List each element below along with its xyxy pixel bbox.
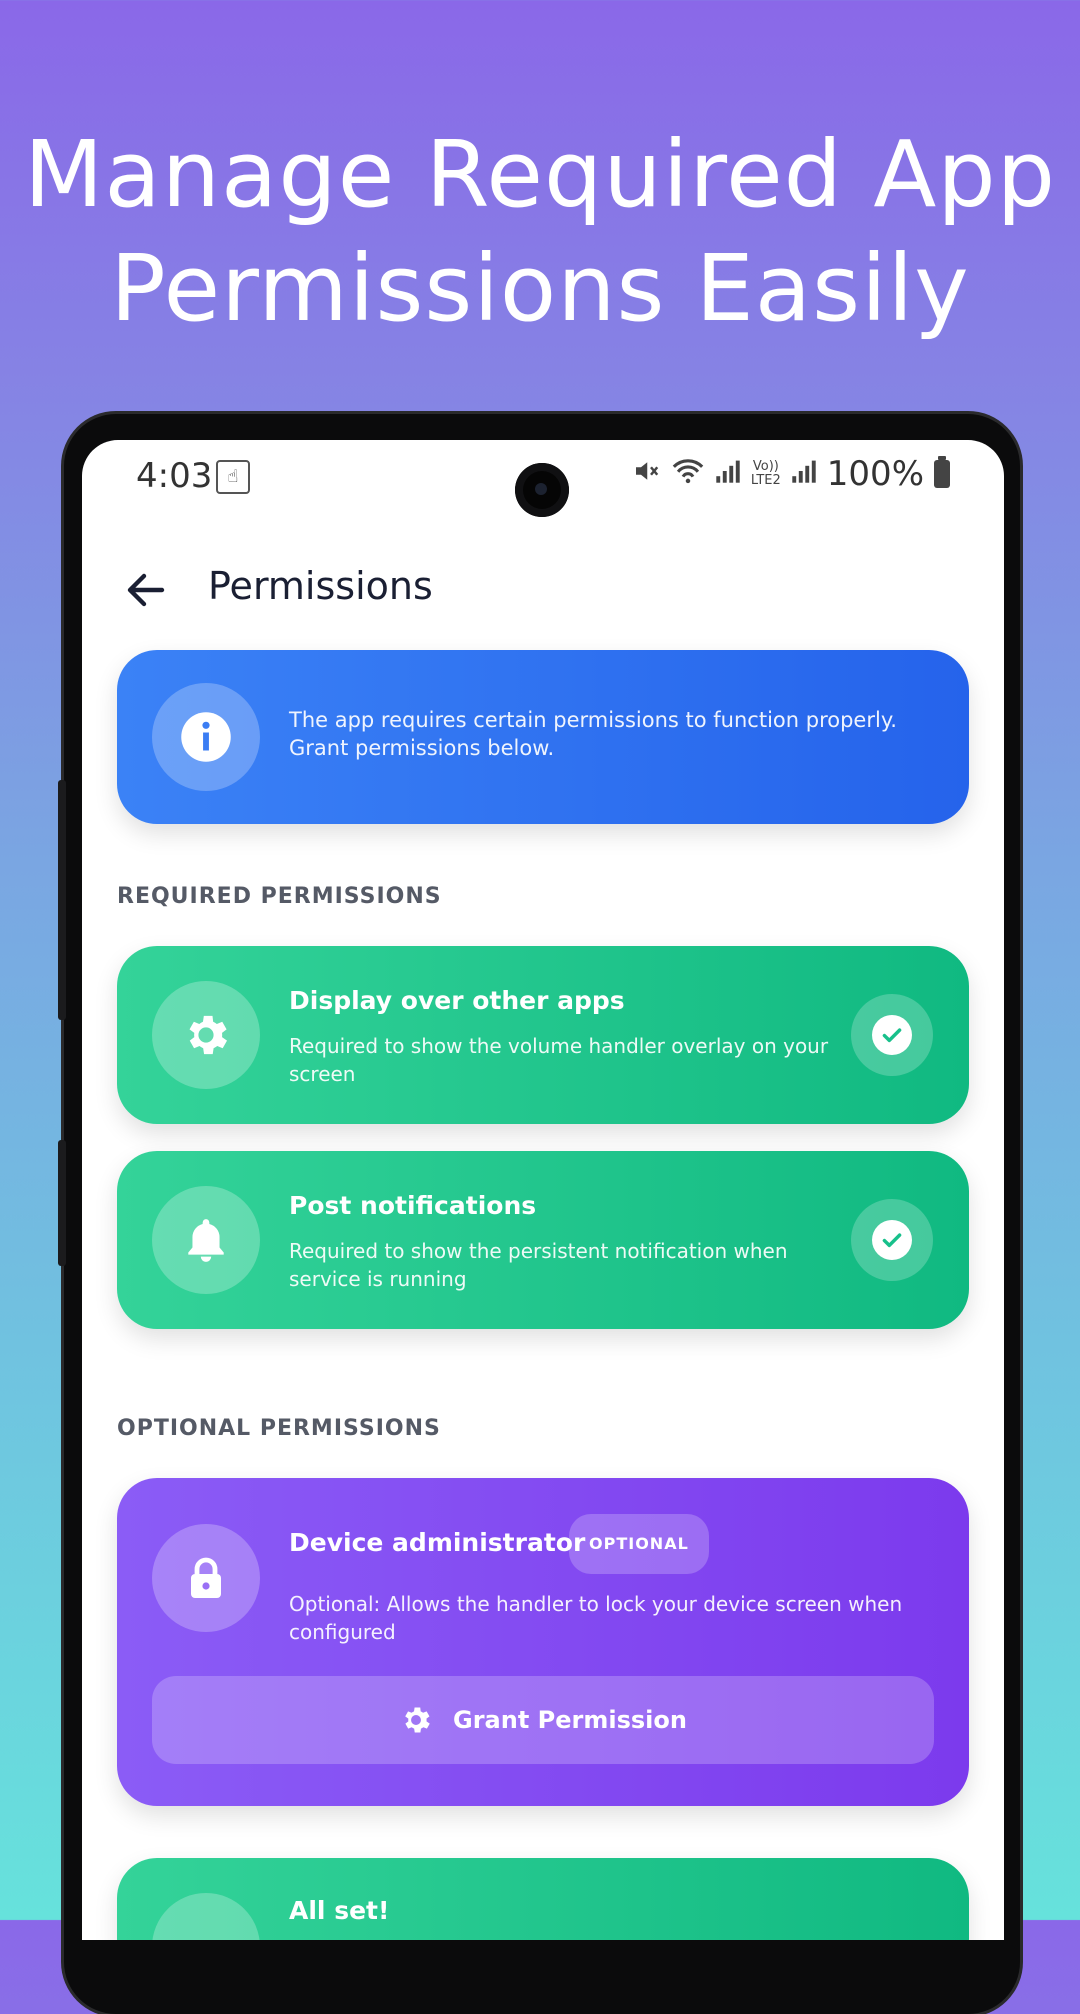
permission-description: Optional: Allows the handler to lock you… [289, 1590, 929, 1646]
arrow-left-icon[interactable] [122, 566, 170, 614]
network-type: LTE2 [750, 473, 781, 488]
volte-icon: Vo)) LTE2 [750, 459, 781, 488]
signal-icon [715, 458, 741, 491]
phone-side-button [58, 780, 66, 1020]
all-set-card: All set! [117, 1858, 969, 1940]
optional-badge: OPTIONAL [569, 1514, 709, 1574]
check-icon [851, 994, 933, 1076]
promo-headline: Manage Required App Permissions Easily [0, 118, 1080, 346]
permission-title: Display over other apps [289, 986, 625, 1015]
gear-icon [152, 981, 260, 1089]
permission-card-notifications[interactable]: Post notifications Required to show the … [117, 1151, 969, 1329]
permission-title: Post notifications [289, 1191, 537, 1220]
front-camera [515, 463, 569, 517]
info-text-line-2: Grant permissions below. [289, 736, 555, 760]
phone-screen: 4:03 ☝ Vo)) LTE2 100% Permissions The ap… [82, 440, 1004, 1940]
permission-card-device-admin: Device administrator OPTIONAL Optional: … [117, 1478, 969, 1806]
section-label-optional: OPTIONAL PERMISSIONS [117, 1416, 441, 1441]
permission-description: Required to show the persistent notifica… [289, 1237, 849, 1293]
permission-description-line-1: Required to show the persistent notifica… [289, 1239, 788, 1263]
status-icons: Vo)) LTE2 100% [631, 454, 950, 494]
check-icon [851, 1199, 933, 1281]
page-title: Permissions [208, 564, 433, 608]
headline-line-2: Permissions Easily [110, 235, 970, 342]
permission-description-line-2: configured [289, 1620, 396, 1644]
info-text: The app requires certain permissions to … [289, 706, 949, 762]
info-banner: The app requires certain permissions to … [117, 650, 969, 824]
permission-description-line-2: screen [289, 1062, 356, 1086]
app-bar: Permissions [82, 540, 1004, 640]
all-set-icon [152, 1893, 260, 1940]
permission-description: Required to show the volume handler over… [289, 1032, 849, 1088]
permission-card-overlay[interactable]: Display over other apps Required to show… [117, 946, 969, 1124]
info-icon [152, 683, 260, 791]
lock-icon [152, 1524, 260, 1632]
mute-icon [631, 456, 661, 493]
phone-side-button [58, 1140, 66, 1266]
touch-icon: ☝ [216, 460, 250, 494]
grant-permission-label: Grant Permission [453, 1706, 687, 1734]
wifi-icon [671, 456, 705, 493]
permission-description-line-2: service is running [289, 1267, 467, 1291]
permission-description-line-1: Required to show the volume handler over… [289, 1034, 829, 1058]
headline-line-1: Manage Required App [23, 121, 1057, 228]
all-set-title: All set! [289, 1896, 390, 1925]
gear-icon [399, 1703, 433, 1737]
permission-description-line-1: Optional: Allows the handler to lock you… [289, 1592, 903, 1616]
battery-icon [934, 456, 950, 488]
permission-title: Device administrator [289, 1528, 586, 1557]
grant-permission-button[interactable]: Grant Permission [152, 1676, 934, 1764]
status-time: 4:03 [136, 456, 213, 496]
bell-icon [152, 1186, 260, 1294]
battery-percent: 100% [826, 454, 924, 494]
info-text-line-1: The app requires certain permissions to … [289, 708, 897, 732]
section-label-required: REQUIRED PERMISSIONS [117, 884, 442, 909]
signal-icon [791, 458, 817, 491]
